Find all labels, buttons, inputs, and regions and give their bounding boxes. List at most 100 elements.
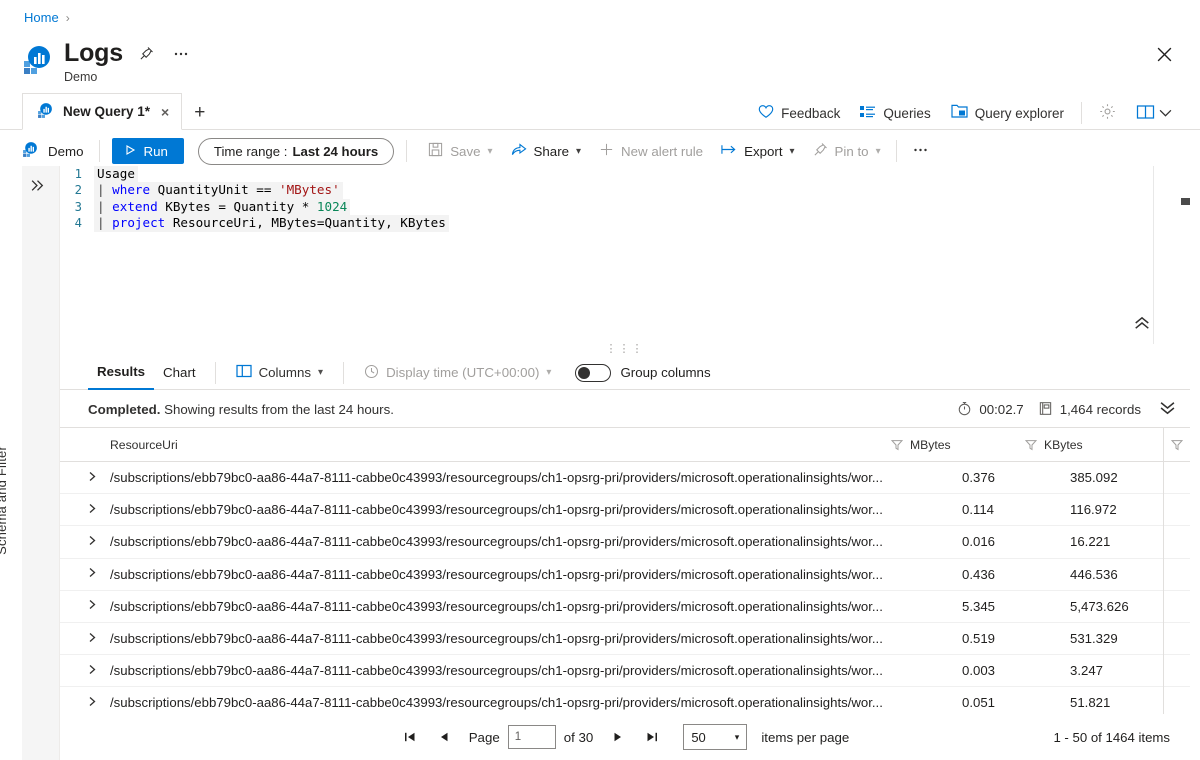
- cell-kbytes: 116.972: [1070, 502, 1117, 518]
- share-button[interactable]: Share ▾: [502, 138, 591, 164]
- table-row[interactable]: /subscriptions/ebb79bc0-aa86-44a7-8111-c…: [60, 687, 1190, 714]
- save-icon: [428, 142, 443, 160]
- code-line[interactable]: 3 | extend KBytes = Quantity * 1024: [60, 198, 1190, 216]
- token-plain: QuantityUnit ==: [150, 182, 279, 198]
- queries-button[interactable]: Queries: [850, 100, 940, 127]
- kql-code[interactable]: 1 Usage 2 | where QuantityUnit == 'MBytes' 3…: [60, 166, 1190, 232]
- chevron-down-icon[interactable]: ▾: [488, 146, 493, 157]
- scope-selector[interactable]: Demo: [22, 141, 99, 161]
- settings-button[interactable]: [1089, 98, 1126, 128]
- feedback-button[interactable]: Feedback: [748, 99, 850, 127]
- query-editor[interactable]: 1 Usage 2 | where QuantityUnit == 'MBytes' 3…: [60, 166, 1190, 344]
- table-row[interactable]: /subscriptions/ebb79bc0-aa86-44a7-8111-c…: [60, 623, 1190, 656]
- table-row[interactable]: /subscriptions/ebb79bc0-aa86-44a7-8111-c…: [60, 526, 1190, 559]
- query-explorer-button[interactable]: Query explorer: [941, 99, 1074, 127]
- cell-mbytes: 0.016: [962, 534, 996, 550]
- chevron-right-icon[interactable]: [88, 696, 110, 710]
- cell-kbytes: 446.536: [1070, 566, 1118, 582]
- cell-kbytes: 5,473.626: [1070, 598, 1129, 614]
- group-columns-toggle[interactable]: [575, 363, 612, 382]
- results-table: ResourceUri MBytes KBytes /subscriptions…: [60, 428, 1190, 714]
- schema-filter-rail[interactable]: Schema and Filter: [0, 166, 60, 760]
- page-number-input[interactable]: [507, 725, 556, 749]
- next-page-icon[interactable]: [601, 731, 635, 743]
- chevron-down-icon[interactable]: ▾: [318, 367, 323, 378]
- tab-new-query-1[interactable]: New Query 1* ×: [22, 93, 183, 130]
- tab-results[interactable]: Results: [88, 356, 155, 390]
- editor-results-splitter[interactable]: ⋮⋮⋮: [60, 344, 1190, 355]
- code-line[interactable]: 1 Usage: [60, 166, 1190, 183]
- save-button[interactable]: Save ▾: [419, 138, 501, 164]
- display-time-button[interactable]: Display time (UTC+00:00) ▾: [354, 364, 561, 382]
- help-book-button[interactable]: [1126, 99, 1182, 128]
- chevron-down-icon[interactable]: ▾: [876, 146, 881, 157]
- column-header-kbytes[interactable]: KBytes: [1044, 438, 1164, 452]
- chevron-right-icon[interactable]: [88, 599, 110, 613]
- column-label-resourceuri: ResourceUri: [110, 437, 178, 452]
- column-header-mbytes[interactable]: MBytes: [910, 438, 1018, 452]
- chevron-right-icon[interactable]: [88, 632, 110, 646]
- line-number: 4: [74, 216, 82, 231]
- table-row[interactable]: /subscriptions/ebb79bc0-aa86-44a7-8111-c…: [60, 494, 1190, 527]
- pin-to-button[interactable]: Pin to ▾: [804, 138, 890, 164]
- filter-icon[interactable]: [1018, 439, 1044, 451]
- export-button[interactable]: Export ▾: [712, 139, 803, 163]
- duration-value: 00:02.7: [979, 402, 1024, 417]
- editor-scrollbar-thumb[interactable]: [1181, 198, 1190, 205]
- last-page-icon[interactable]: [635, 731, 669, 743]
- line-number: 1: [74, 167, 82, 181]
- page-size-value: 50: [691, 729, 706, 745]
- column-header-resourceuri[interactable]: ResourceUri: [88, 438, 884, 452]
- line-text[interactable]: | project ResourceUri, MBytes=Quantity, …: [94, 215, 449, 232]
- add-tab-button[interactable]: +: [182, 102, 217, 124]
- results-divider-1: [214, 361, 216, 384]
- token-num: 1024: [316, 198, 348, 214]
- time-range-label: Time range :: [213, 143, 288, 159]
- filter-icon[interactable]: [1164, 439, 1190, 451]
- table-row[interactable]: /subscriptions/ebb79bc0-aa86-44a7-8111-c…: [60, 591, 1190, 623]
- chevron-right-icon[interactable]: [88, 503, 110, 517]
- chevron-right-icon[interactable]: [88, 664, 110, 678]
- chevron-right-icon[interactable]: [88, 567, 110, 581]
- breadcrumb-home[interactable]: Home: [24, 10, 59, 25]
- ellipsis-icon[interactable]: [171, 43, 191, 63]
- line-text[interactable]: | where QuantityUnit == 'MBytes': [94, 182, 343, 199]
- token-plain: Usage: [97, 166, 135, 181]
- commandbar-overflow-button[interactable]: [903, 138, 938, 165]
- page-label: Page: [468, 729, 500, 745]
- chevron-down-icon[interactable]: ▾: [576, 146, 581, 157]
- close-icon[interactable]: [1150, 40, 1178, 68]
- time-range-picker[interactable]: Time range : Last 24 hours: [197, 137, 395, 165]
- new-alert-rule-button[interactable]: New alert rule: [590, 138, 712, 164]
- first-page-icon[interactable]: [393, 731, 427, 743]
- table-row[interactable]: /subscriptions/ebb79bc0-aa86-44a7-8111-c…: [60, 462, 1190, 495]
- pin-icon[interactable]: [137, 43, 157, 63]
- cell-mbytes: 0.051: [962, 695, 996, 711]
- double-chevron-down-icon[interactable]: [1159, 401, 1176, 418]
- code-line[interactable]: 4 | project ResourceUri, MBytes=Quantity,…: [60, 215, 1190, 232]
- double-chevron-up-icon[interactable]: [1134, 316, 1150, 334]
- tab-close-icon[interactable]: ×: [159, 104, 171, 120]
- chevron-down-icon[interactable]: ▾: [546, 367, 551, 378]
- run-label: Run: [143, 143, 168, 159]
- chevron-right-icon[interactable]: [88, 471, 110, 485]
- page-size-select[interactable]: 50 ▾: [683, 724, 748, 750]
- code-line[interactable]: 2 | where QuantityUnit == 'MBytes': [60, 182, 1190, 199]
- columns-button[interactable]: Columns ▾: [226, 364, 334, 381]
- filter-icon[interactable]: [884, 439, 910, 451]
- line-text[interactable]: Usage: [94, 166, 138, 183]
- double-chevron-right-icon[interactable]: [30, 178, 45, 197]
- chevron-down-icon[interactable]: ▾: [790, 146, 795, 157]
- table-row[interactable]: /subscriptions/ebb79bc0-aa86-44a7-8111-c…: [60, 559, 1190, 591]
- previous-page-icon[interactable]: [427, 731, 461, 743]
- table-row[interactable]: /subscriptions/ebb79bc0-aa86-44a7-8111-c…: [60, 655, 1190, 688]
- results-status-bar: Completed. Showing results from the last…: [60, 392, 1190, 428]
- line-text[interactable]: | extend KBytes = Quantity * 1024: [94, 198, 351, 216]
- play-icon: [124, 144, 136, 159]
- chevron-right-icon[interactable]: [88, 535, 110, 549]
- tab-chart[interactable]: Chart: [154, 356, 205, 390]
- log-analytics-logo-icon: [22, 44, 54, 76]
- run-button[interactable]: Run: [112, 138, 184, 164]
- chevron-down-icon[interactable]: [1159, 106, 1172, 121]
- record-count: 1,464 records: [1038, 401, 1141, 419]
